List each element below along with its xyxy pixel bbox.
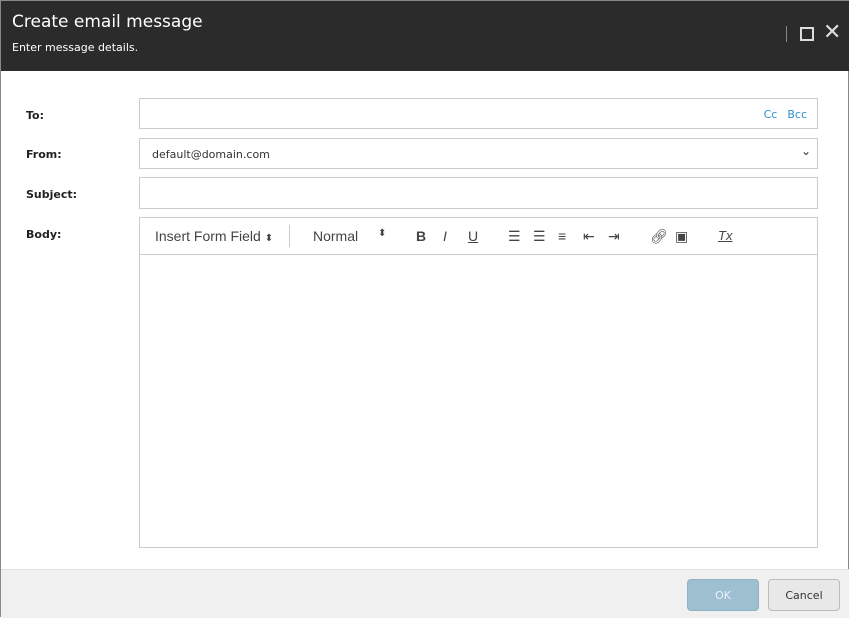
indent-icon[interactable]: ⇥: [608, 228, 620, 245]
bold-button[interactable]: B: [416, 228, 426, 244]
dialog-subtitle: Enter message details.: [12, 41, 139, 54]
bullet-list-icon[interactable]: ☰: [533, 228, 546, 245]
updown-icon: ⬍: [264, 233, 274, 244]
from-value: default@domain.com: [152, 148, 270, 161]
maximize-icon[interactable]: [800, 27, 814, 41]
subject-input[interactable]: [139, 177, 818, 209]
divider: [786, 26, 787, 42]
ordered-list-icon[interactable]: ☰: [508, 228, 521, 245]
close-icon[interactable]: ✕: [823, 21, 841, 45]
align-icon[interactable]: ≡: [558, 228, 566, 244]
chevron-down-icon: ⌄: [800, 144, 811, 158]
body-label: Body:: [26, 228, 62, 241]
dialog-title: Create email message: [12, 12, 203, 32]
body-editor[interactable]: [139, 254, 818, 548]
editor-toolbar: Insert Form Field ⬍ Normal ⬍ B I U ☰ ☰ ≡…: [139, 217, 818, 255]
to-input[interactable]: Cc Bcc: [139, 98, 818, 129]
cancel-button[interactable]: Cancel: [768, 579, 840, 611]
ok-button[interactable]: OK: [687, 579, 759, 611]
updown-icon[interactable]: ⬍: [378, 228, 386, 239]
italic-button[interactable]: I: [443, 228, 447, 244]
link-icon[interactable]: 🔗︎: [650, 228, 668, 245]
insert-form-field-label: Insert Form Field: [155, 228, 261, 244]
insert-form-field-select[interactable]: Insert Form Field ⬍: [155, 228, 273, 244]
image-icon[interactable]: ▣: [675, 228, 688, 245]
dialog-header: Create email message Enter message detai…: [1, 1, 849, 71]
underline-button[interactable]: U: [468, 228, 478, 244]
subject-label: Subject:: [26, 188, 78, 201]
dialog-footer: OK Cancel: [1, 569, 849, 618]
bcc-link[interactable]: Bcc: [787, 108, 807, 121]
from-label: From:: [26, 148, 62, 161]
cc-link[interactable]: Cc: [764, 108, 778, 121]
to-label: To:: [26, 109, 44, 122]
toolbar-divider: [289, 225, 290, 247]
outdent-icon[interactable]: ⇤: [583, 228, 595, 245]
clear-format-button[interactable]: Tx: [718, 228, 732, 243]
from-select[interactable]: default@domain.com ⌄: [139, 138, 818, 169]
style-select-label[interactable]: Normal: [313, 228, 358, 244]
